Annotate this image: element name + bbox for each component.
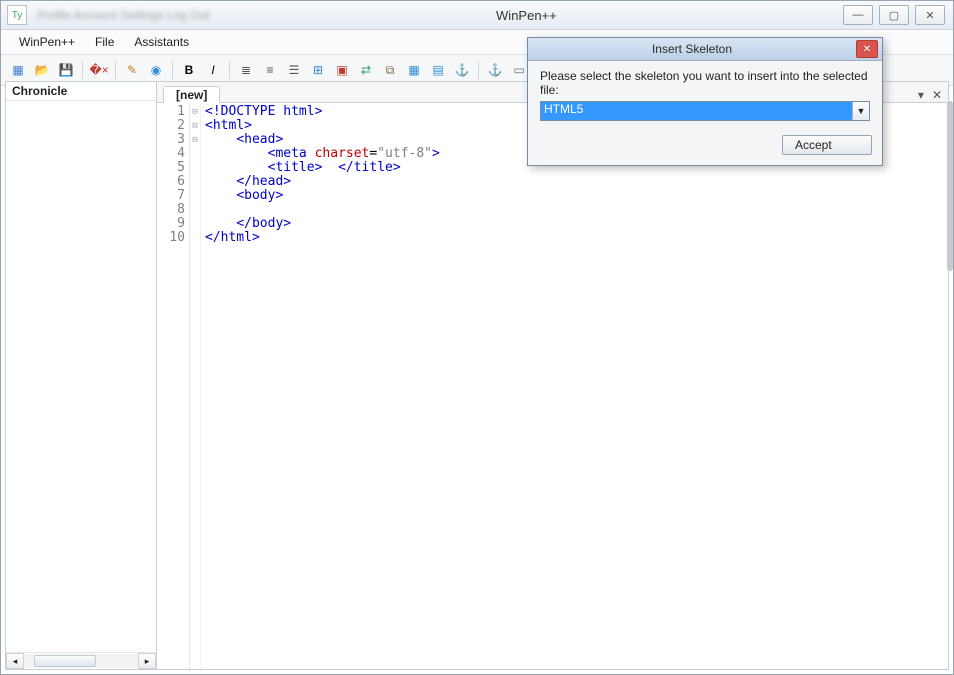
edit-icon[interactable]: ✎ bbox=[121, 59, 143, 81]
fold-column[interactable]: ⊟⊟⊟ bbox=[190, 103, 201, 669]
scroll-thumb[interactable] bbox=[34, 655, 96, 667]
globe-icon[interactable]: ◉ bbox=[145, 59, 167, 81]
skeleton-combobox[interactable]: HTML5 ▼ bbox=[540, 101, 870, 121]
scroll-left-icon[interactable]: ◂ bbox=[6, 653, 24, 669]
sidebar-hscrollbar[interactable]: ◂ ▸ bbox=[6, 652, 156, 669]
image-icon[interactable]: ▣ bbox=[331, 59, 353, 81]
tab-new[interactable]: [new] bbox=[163, 86, 220, 103]
line-number: 4 bbox=[157, 147, 185, 161]
dialog-close-button[interactable]: ✕ bbox=[856, 40, 878, 58]
open-file-icon[interactable]: 📂 bbox=[31, 59, 53, 81]
editor-pane: [new] ▾ ✕ 12345678910 ⊟⊟⊟ <!DOCTYPE html… bbox=[157, 82, 948, 669]
window-vscroll-thumb[interactable] bbox=[947, 101, 953, 271]
anchor-icon[interactable]: ⚓ bbox=[451, 59, 473, 81]
menu-assistants[interactable]: Assistants bbox=[124, 32, 199, 52]
code-line[interactable] bbox=[205, 203, 944, 217]
chevron-down-icon[interactable]: ▼ bbox=[852, 102, 869, 120]
accept-button[interactable]: Accept bbox=[782, 135, 872, 155]
window-buttons: — ▢ ✕ bbox=[843, 5, 945, 25]
insert-skeleton-dialog: Insert Skeleton ✕ Please select the skel… bbox=[527, 37, 883, 166]
code-line[interactable]: </body> bbox=[205, 217, 944, 231]
line-number-gutter: 12345678910 bbox=[157, 103, 190, 669]
dialog-prompt: Please select the skeleton you want to i… bbox=[540, 69, 870, 97]
sidebar: Chronicle ◂ ▸ bbox=[6, 82, 157, 669]
code-area[interactable]: <!DOCTYPE html><html> <head> <meta chars… bbox=[201, 103, 948, 669]
titlebar: Ty Profile Account Settings Log Out WinP… bbox=[1, 1, 953, 30]
anchor2-icon[interactable]: ⚓ bbox=[484, 59, 506, 81]
dialog-title: Insert Skeleton bbox=[528, 42, 856, 56]
grid-icon[interactable]: ▤ bbox=[427, 59, 449, 81]
tab-dropdown-icon[interactable]: ▾ bbox=[918, 88, 924, 102]
align-left-icon[interactable]: ≣ bbox=[235, 59, 257, 81]
minimize-button[interactable]: — bbox=[843, 5, 873, 25]
line-number: 10 bbox=[157, 231, 185, 245]
app-icon: Ty bbox=[7, 5, 27, 25]
skeleton-selected-value[interactable]: HTML5 bbox=[541, 102, 852, 120]
italic-icon[interactable]: I bbox=[202, 59, 224, 81]
line-number: 3 bbox=[157, 133, 185, 147]
new-file-icon[interactable]: ▦ bbox=[7, 59, 29, 81]
line-number: 7 bbox=[157, 189, 185, 203]
toolbar-separator bbox=[172, 61, 173, 79]
tab-close-icon[interactable]: ✕ bbox=[932, 88, 942, 102]
align-center-icon[interactable]: ≡ bbox=[259, 59, 281, 81]
toolbar-separator bbox=[229, 61, 230, 79]
list-icon[interactable]: ☰ bbox=[283, 59, 305, 81]
code-line[interactable]: </html> bbox=[205, 231, 944, 245]
line-number: 2 bbox=[157, 119, 185, 133]
menu-winpen[interactable]: WinPen++ bbox=[9, 32, 85, 52]
toolbar-separator bbox=[82, 61, 83, 79]
scroll-right-icon[interactable]: ▸ bbox=[138, 653, 156, 669]
insert-block-icon[interactable]: ⊞ bbox=[307, 59, 329, 81]
dialog-titlebar[interactable]: Insert Skeleton ✕ bbox=[528, 38, 882, 61]
maximize-button[interactable]: ▢ bbox=[879, 5, 909, 25]
line-number: 5 bbox=[157, 161, 185, 175]
main-area: Chronicle ◂ ▸ [new] ▾ ✕ 12345678910 ⊟⊟⊟ bbox=[5, 81, 949, 670]
bold-icon[interactable]: B bbox=[178, 59, 200, 81]
fold-marker[interactable]: ⊟ bbox=[190, 119, 200, 133]
fold-marker[interactable]: ⊟ bbox=[190, 105, 200, 119]
table-icon[interactable]: ▦ bbox=[403, 59, 425, 81]
sidebar-body[interactable] bbox=[6, 101, 156, 652]
save-file-icon[interactable]: 💾 bbox=[55, 59, 77, 81]
main-window: Ty Profile Account Settings Log Out WinP… bbox=[0, 0, 954, 675]
scroll-track[interactable] bbox=[24, 654, 138, 668]
menu-file[interactable]: File bbox=[85, 32, 124, 52]
close-tab-icon[interactable]: �× bbox=[88, 59, 110, 81]
fold-marker[interactable]: ⊟ bbox=[190, 133, 200, 147]
code-editor[interactable]: 12345678910 ⊟⊟⊟ <!DOCTYPE html><html> <h… bbox=[157, 103, 948, 669]
line-number: 9 bbox=[157, 217, 185, 231]
code-line[interactable]: </head> bbox=[205, 175, 944, 189]
link-icon[interactable]: ⧉ bbox=[379, 59, 401, 81]
window-title: WinPen++ bbox=[210, 8, 843, 23]
exchange-icon[interactable]: ⇄ bbox=[355, 59, 377, 81]
titlebar-blur-text: Profile Account Settings Log Out bbox=[37, 8, 210, 22]
line-number: 1 bbox=[157, 105, 185, 119]
line-number: 8 bbox=[157, 203, 185, 217]
toolbar-separator bbox=[478, 61, 479, 79]
line-number: 6 bbox=[157, 175, 185, 189]
code-line[interactable]: <body> bbox=[205, 189, 944, 203]
close-window-button[interactable]: ✕ bbox=[915, 5, 945, 25]
sidebar-title: Chronicle bbox=[6, 82, 156, 101]
toolbar-separator bbox=[115, 61, 116, 79]
